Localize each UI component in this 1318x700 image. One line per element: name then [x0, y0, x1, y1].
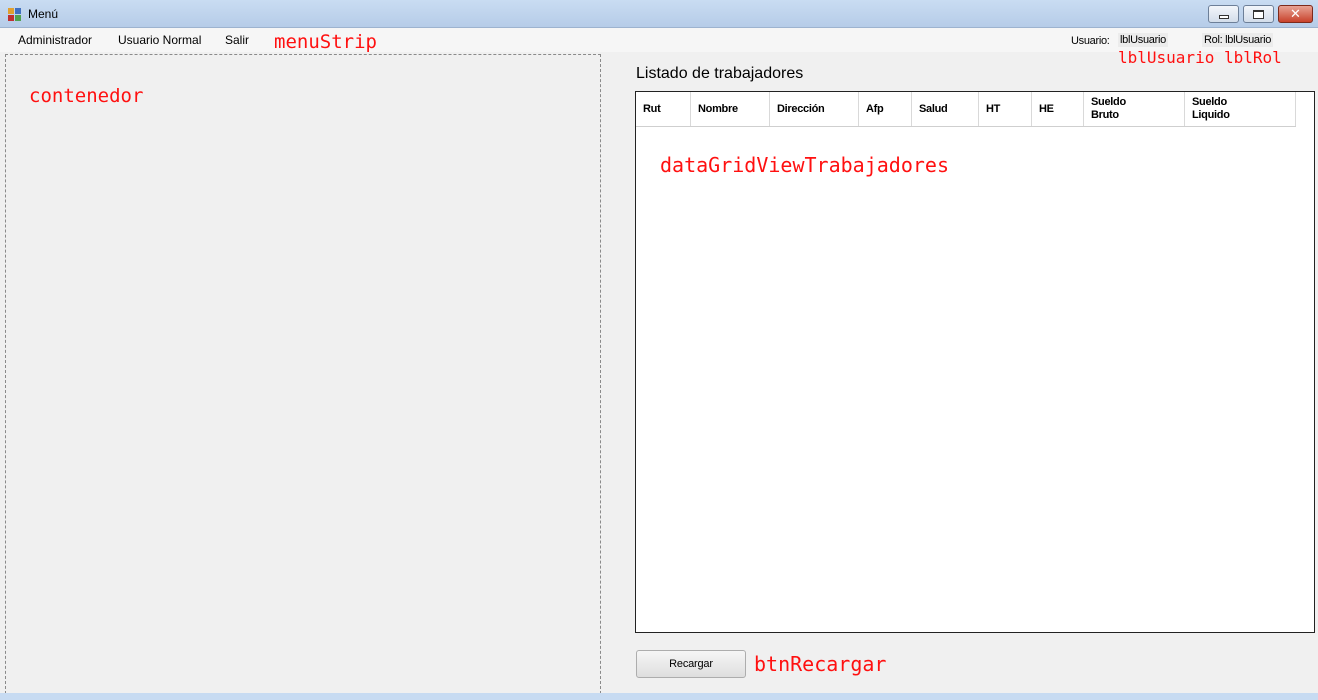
- menu-item-salir[interactable]: Salir: [225, 33, 249, 47]
- minimize-button[interactable]: [1208, 5, 1239, 23]
- column-header-he[interactable]: HE: [1032, 92, 1084, 126]
- window-title: Menú: [28, 7, 59, 21]
- contenedor-panel: [5, 54, 601, 694]
- close-icon: ✕: [1290, 6, 1301, 22]
- maximize-icon: [1253, 9, 1264, 19]
- annotation-contenedor: contenedor: [29, 85, 144, 107]
- lbl-usuario: lblUsuario: [1118, 33, 1168, 47]
- form-client-area: Administrador Usuario Normal Salir menuS…: [0, 28, 1318, 694]
- menu-item-usuario-normal[interactable]: Usuario Normal: [118, 33, 201, 47]
- column-header-direccion[interactable]: Dirección: [770, 92, 859, 126]
- column-header-rut[interactable]: Rut: [636, 92, 691, 126]
- listado-title: Listado de trabajadores: [636, 65, 804, 82]
- maximize-button[interactable]: [1243, 5, 1274, 23]
- close-button[interactable]: ✕: [1278, 5, 1313, 23]
- column-header-nombre[interactable]: Nombre: [691, 92, 770, 126]
- annotation-button: btnRecargar: [754, 652, 887, 676]
- column-header-ht[interactable]: HT: [979, 92, 1032, 126]
- app-form-icon: [8, 8, 21, 21]
- title-bar[interactable]: Menú ✕: [0, 0, 1318, 28]
- annotation-lbls: lblUsuario lblRol: [1118, 48, 1282, 67]
- reload-button[interactable]: Recargar: [636, 650, 746, 678]
- column-header-salud[interactable]: Salud: [912, 92, 979, 126]
- column-header-sueldo-liquido[interactable]: Sueldo Liquido: [1185, 92, 1296, 126]
- lbl-rol: Rol: lblUsuario: [1202, 33, 1274, 47]
- column-header-afp[interactable]: Afp: [859, 92, 912, 126]
- column-header-sueldo-bruto[interactable]: Sueldo Bruto: [1084, 92, 1185, 126]
- menu-item-administrador[interactable]: Administrador: [18, 33, 92, 47]
- grid-header-row: Rut Nombre Dirección Afp Salud HT HE Sue…: [636, 92, 1296, 127]
- annotation-menustrip: menuStrip: [274, 31, 377, 53]
- annotation-grid: dataGridViewTrabajadores: [660, 153, 949, 177]
- minimize-icon: [1218, 15, 1229, 19]
- usuario-prefix-label: Usuario:: [1071, 35, 1110, 47]
- window-bottom-border: [0, 693, 1318, 700]
